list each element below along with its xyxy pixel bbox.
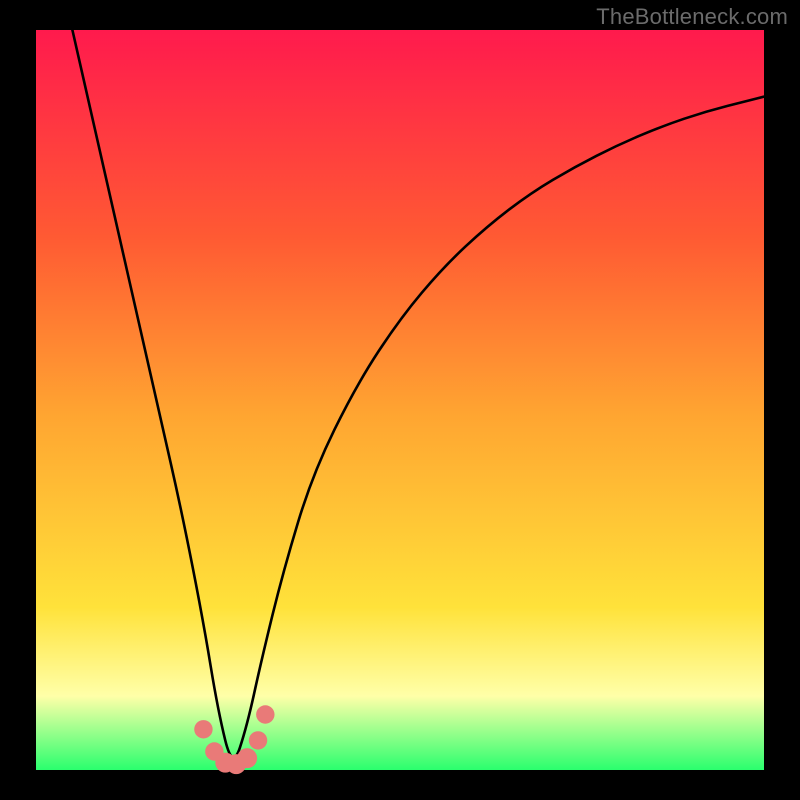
plot-background (36, 30, 764, 770)
chart-frame: TheBottleneck.com (0, 0, 800, 800)
marker-dot (194, 720, 212, 738)
marker-dot (237, 748, 257, 768)
marker-dot (249, 731, 267, 749)
bottleneck-chart (0, 0, 800, 800)
marker-dot (256, 705, 274, 723)
watermark-text: TheBottleneck.com (596, 4, 788, 30)
